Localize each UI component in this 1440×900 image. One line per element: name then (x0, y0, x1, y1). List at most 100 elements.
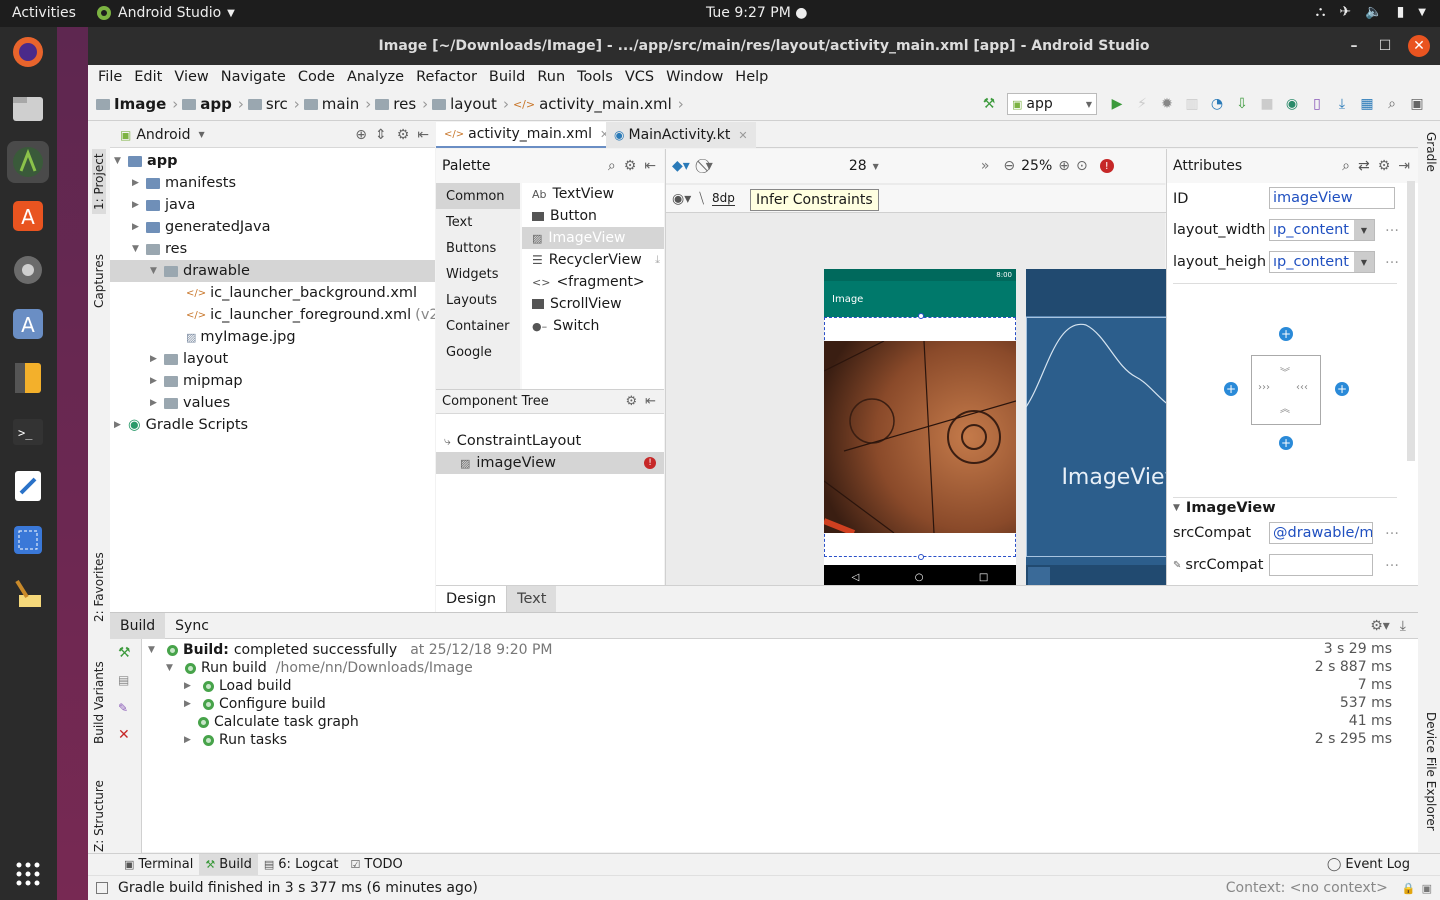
zoom-fit-icon[interactable]: ⊙ (1076, 158, 1088, 174)
build-row-result[interactable]: ▼ Build: completed successfully at 25/12/1… (148, 641, 552, 659)
chevron-down-icon[interactable]: ▼ (1354, 220, 1374, 240)
terminal-icon[interactable]: >_ (7, 411, 49, 453)
menu-run[interactable]: Run (531, 69, 571, 85)
files-icon[interactable] (7, 87, 49, 129)
search-icon[interactable]: ⌕ (1381, 93, 1403, 115)
add-constraint-left-icon[interactable]: + (1224, 382, 1238, 396)
screenshot-icon[interactable] (7, 519, 49, 561)
tree-item-ic-launcher-foreground[interactable]: </>ic_launcher_foreground.xml(v24) (186, 304, 435, 326)
search-icon[interactable]: ⌕ (1342, 158, 1350, 174)
crumb-layout[interactable]: layout › (432, 95, 509, 113)
close-icon[interactable]: ✕ (1408, 35, 1430, 57)
tree-item-gradle-scripts[interactable]: ▶ ◉ Gradle Scripts (114, 414, 248, 436)
software-center-icon[interactable]: A (7, 195, 49, 237)
tree-item-drawable[interactable]: ▼ drawable (110, 260, 435, 282)
tab-logcat[interactable]: ▤ 6: Logcat (258, 857, 345, 872)
gradle-tool-tab[interactable]: Gradle (1424, 132, 1438, 172)
palette-category-container[interactable]: Container (436, 313, 520, 339)
overflow-icon[interactable]: » (981, 158, 990, 174)
debug-icon[interactable]: ✹ (1156, 93, 1178, 115)
profile-icon[interactable]: ◔ (1206, 93, 1228, 115)
attributes-scrollbar[interactable] (1407, 181, 1415, 461)
project-tool-tab[interactable]: 1: Project (92, 149, 106, 214)
gear-icon[interactable]: ⚙ (624, 158, 637, 174)
more-icon[interactable]: … (1385, 554, 1399, 570)
system-tray[interactable]: ⛬ ✈ 🔈 ▮ ▼ (1316, 4, 1426, 20)
tree-item-generatedjava[interactable]: ▶ generatedJava (132, 216, 271, 238)
menu-view[interactable]: View (168, 69, 214, 85)
build-row-load-build[interactable]: ▶ Load build (184, 677, 291, 695)
gear-icon[interactable]: ⚙ (397, 127, 410, 143)
project-view-select[interactable]: Android (136, 127, 190, 143)
assistant-icon[interactable]: ▣ (1406, 93, 1428, 115)
srccompat-field[interactable]: @drawable/m (1269, 522, 1373, 544)
favorites-tool-tab[interactable]: 2: Favorites (92, 552, 106, 622)
hide-panel-icon[interactable]: ⇥ (1398, 158, 1410, 174)
maximize-icon[interactable]: ☐ (1374, 35, 1396, 57)
tree-item-manifests[interactable]: ▶ manifests (132, 172, 236, 194)
autoconnect-icon[interactable]: ⧹ (699, 191, 704, 207)
pencil-icon[interactable] (1028, 567, 1050, 587)
menu-vcs[interactable]: VCS (619, 69, 660, 85)
tree-item-java[interactable]: ▶ java (132, 194, 195, 216)
stop-icon[interactable]: ■ (1256, 93, 1278, 115)
add-constraint-right-icon[interactable]: + (1335, 382, 1349, 396)
build-variants-tool-tab[interactable]: Build Variants (92, 661, 106, 744)
tree-item-values[interactable]: ▶ values (150, 392, 230, 414)
locate-icon[interactable]: ⊕ (355, 127, 367, 143)
srccompat-tools-field[interactable] (1269, 554, 1373, 576)
menu-refactor[interactable]: Refactor (410, 69, 483, 85)
avd-manager-icon[interactable]: ▯ (1306, 93, 1328, 115)
crumb-app[interactable]: app › (182, 95, 244, 113)
palette-item-imageview[interactable]: ▨ ImageView (522, 227, 664, 249)
constraint-handle-bottom[interactable] (918, 554, 924, 560)
menu-analyze[interactable]: Analyze (341, 69, 410, 85)
build-row-run-tasks[interactable]: ▶ Run tasks (184, 731, 287, 749)
sdk-manager-icon[interactable]: ⤓ (1331, 93, 1353, 115)
hammer-icon[interactable]: ⚒ (978, 93, 1000, 115)
palette-item-scrollview[interactable]: ScrollView (522, 293, 664, 315)
palette-item-fragment[interactable]: <> <fragment> (522, 271, 664, 293)
search-icon[interactable]: ⌕ (608, 158, 616, 174)
more-icon[interactable]: … (1385, 219, 1399, 235)
structure-tool-tab[interactable]: Z: Structure (92, 780, 106, 852)
android-studio-dock-icon[interactable] (7, 141, 49, 183)
palette-category-google[interactable]: Google (436, 339, 520, 365)
zoom-out-icon[interactable]: ⊖ (1003, 158, 1015, 174)
component-imageview[interactable]: ▨ imageView! (436, 452, 664, 474)
tree-item-myimage[interactable]: ▨ myImage.jpg (186, 326, 296, 348)
tab-main-activity[interactable]: ◉ MainActivity.kt ✕ (606, 122, 756, 148)
menu-navigate[interactable]: Navigate (215, 69, 292, 85)
inspector-icon[interactable]: ▣ (1422, 882, 1432, 895)
more-icon[interactable]: … (1385, 522, 1399, 538)
design-mode-icon[interactable]: ◆▾ (672, 158, 690, 174)
api-level[interactable]: 28 (849, 158, 867, 174)
swap-view-icon[interactable]: ⇄ (1358, 158, 1370, 174)
minimize-panel-icon[interactable]: ⤓ (1400, 618, 1406, 634)
build-row-configure-build[interactable]: ▶ Configure build (184, 695, 326, 713)
clock[interactable]: Tue 9:27 PM ● (706, 5, 807, 21)
constraint-widget[interactable]: ︾ ︽ ››› ‹‹‹ (1251, 355, 1321, 425)
run-icon[interactable]: ▶ (1106, 93, 1128, 115)
close-tab-icon[interactable]: ✕ (738, 129, 747, 142)
sync-gradle-icon[interactable]: ◉ (1281, 93, 1303, 115)
menu-window[interactable]: Window (660, 69, 729, 85)
coverage-icon[interactable]: ▥ (1181, 93, 1203, 115)
view-options-icon[interactable]: ◉▾ (672, 191, 691, 207)
text-editor-icon[interactable] (7, 465, 49, 507)
default-margin[interactable]: 8dp (712, 191, 735, 206)
tree-item-ic-launcher-background[interactable]: </> ic_launcher_background.xml (186, 282, 417, 304)
crumb-res[interactable]: res › (375, 95, 428, 113)
palette-item-recyclerview[interactable]: ☰ RecyclerView ⤓ (522, 249, 664, 271)
menu-help[interactable]: Help (729, 69, 774, 85)
event-log-button[interactable]: ◯ Event Log (1327, 857, 1410, 872)
tab-terminal[interactable]: ▣ Terminal (118, 857, 199, 872)
tree-item-layout[interactable]: ▶ layout (150, 348, 228, 370)
attach-debugger-icon[interactable]: ⇩ (1231, 93, 1253, 115)
zoom-in-icon[interactable]: ⊕ (1058, 158, 1070, 174)
pin-icon[interactable]: ✎ (118, 701, 128, 715)
tab-build[interactable]: Build (110, 612, 166, 639)
palette-item-switch[interactable]: ●– Switch (522, 315, 664, 337)
apply-changes-icon[interactable]: ⚡ (1131, 93, 1153, 115)
palette-item-button[interactable]: Button (522, 205, 664, 227)
